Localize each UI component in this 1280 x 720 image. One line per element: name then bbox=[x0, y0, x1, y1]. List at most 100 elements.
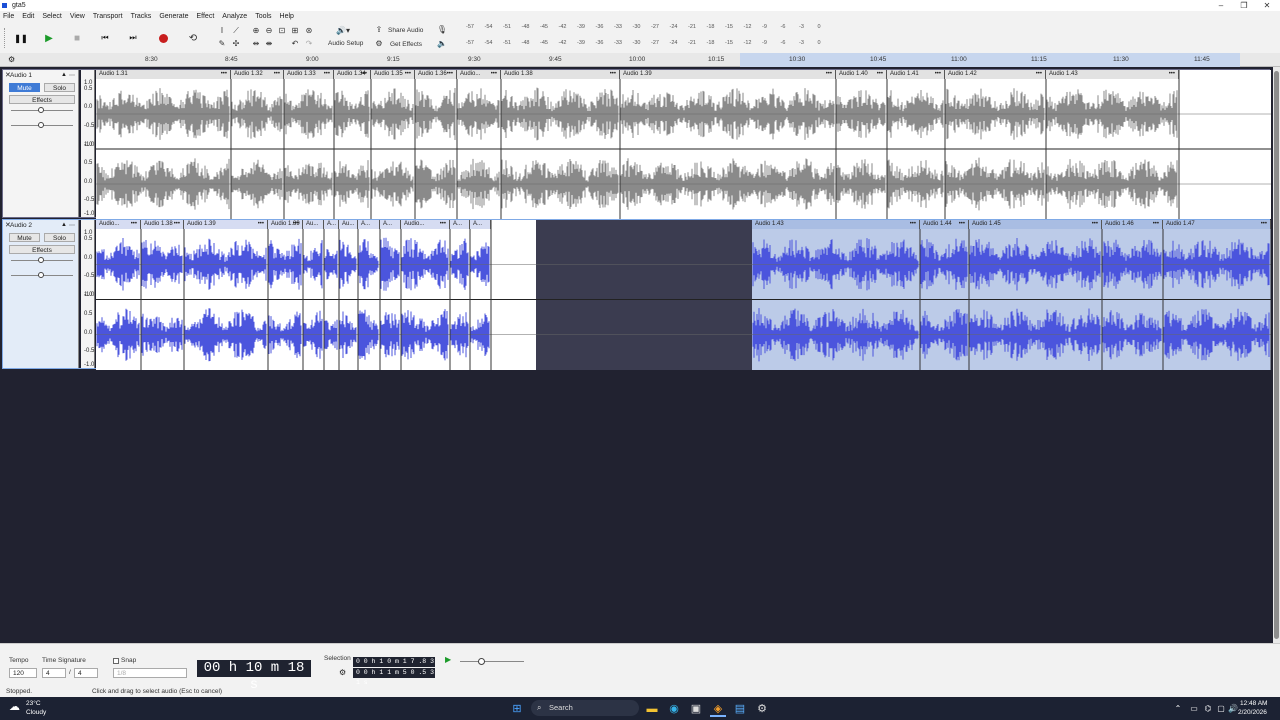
clip-title[interactable]: Au... bbox=[342, 221, 354, 227]
audio-setup-button[interactable]: Audio Setup bbox=[328, 40, 363, 47]
clip-title[interactable]: Audio 1.31 bbox=[99, 71, 128, 77]
track-audio-1[interactable]: ✕ Audio 1 ▲ ⋯ Mute Solo Effects 1.0 0.5 0.… bbox=[2, 69, 1271, 219]
zoom-out-icon[interactable]: ⊖ bbox=[263, 25, 275, 37]
track-name[interactable]: Audio 1 bbox=[10, 72, 32, 79]
clip-header[interactable]: Au... bbox=[303, 220, 324, 229]
clip-title[interactable]: Audio... bbox=[460, 71, 480, 77]
menu-analyze[interactable]: Analyze bbox=[222, 13, 247, 20]
audio-setup-icon[interactable]: 🔊▾ bbox=[333, 25, 353, 37]
clip-title[interactable]: Audio 1.46 bbox=[1105, 221, 1134, 227]
clip-header[interactable]: Audio 1.44 ••• bbox=[920, 220, 969, 229]
share-audio-icon[interactable]: ⇪ bbox=[373, 24, 385, 36]
playback-meter[interactable]: -57 -54 -51 -48 -45 -42 -39 -36 -33 -30 -27 -24 -21-… bbox=[466, 40, 836, 50]
clip-title[interactable]: Audio 1.38 bbox=[144, 221, 173, 227]
volume-handle[interactable] bbox=[38, 107, 44, 113]
clip-header[interactable]: Audio 1.34 ••• bbox=[334, 70, 371, 79]
menu-tracks[interactable]: Tracks bbox=[131, 13, 152, 20]
waveform-area[interactable]: Audio... ••• Audio 1.38 ••• Audio 1.39 ••• Aud… bbox=[96, 220, 1271, 370]
weather-icon[interactable]: ☁ bbox=[9, 700, 20, 713]
tempo-input[interactable]: 120 bbox=[9, 668, 37, 678]
menu-file[interactable]: File bbox=[3, 13, 14, 20]
clip-menu-icon[interactable]: ••• bbox=[1169, 70, 1175, 79]
undo-icon[interactable]: ↶ bbox=[289, 38, 301, 50]
play-at-speed-icon[interactable]: ▶ bbox=[445, 655, 451, 664]
clip-title[interactable]: Audio 1.32 bbox=[234, 71, 263, 77]
get-effects-icon[interactable]: ⚙ bbox=[373, 38, 385, 50]
clip-title[interactable]: Audio 1.47 bbox=[1166, 221, 1195, 227]
clip-menu-icon[interactable]: ••• bbox=[274, 70, 280, 79]
snap-checkbox[interactable] bbox=[113, 658, 119, 664]
solo-button[interactable]: Solo bbox=[44, 233, 75, 242]
clip-header[interactable]: Audio 1.43 ••• bbox=[1046, 70, 1179, 79]
redo-icon[interactable]: ↷ bbox=[303, 38, 315, 50]
notepad-icon[interactable]: ▤ bbox=[732, 701, 748, 717]
menu-generate[interactable]: Generate bbox=[159, 13, 188, 20]
clip-header[interactable]: Audio 1.43 ••• bbox=[752, 220, 920, 229]
ts-denominator[interactable]: 4 bbox=[74, 668, 98, 678]
clip-title[interactable]: Audio 1.44 bbox=[923, 221, 952, 227]
envelope-tool-icon[interactable]: ⟋ bbox=[230, 25, 242, 37]
file-explorer-icon[interactable]: ▬ bbox=[644, 701, 660, 717]
clip-header[interactable]: Audio... ••• bbox=[96, 220, 141, 229]
speed-handle[interactable] bbox=[478, 658, 485, 665]
record-button[interactable] bbox=[153, 30, 173, 46]
clip-header[interactable]: Au... bbox=[339, 220, 358, 229]
snap-select[interactable]: 1/8 bbox=[113, 668, 187, 678]
clip-header[interactable]: Audio 1.31 ••• bbox=[96, 70, 231, 79]
clip-header[interactable]: Audio 1.38 ••• bbox=[501, 70, 620, 79]
clip-header[interactable]: Audio 1.33 ••• bbox=[284, 70, 334, 79]
trim-icon[interactable]: ⇹ bbox=[250, 38, 262, 50]
clip-header[interactable]: Audio 1.35 ••• bbox=[371, 70, 415, 79]
clip-title[interactable]: Audio 1.39 bbox=[187, 221, 216, 227]
clip-header[interactable]: Audio 1.38 ••• bbox=[141, 220, 184, 229]
clip-header[interactable]: Audio... ••• bbox=[457, 70, 501, 79]
clip-title[interactable]: A... bbox=[361, 221, 370, 227]
silence-icon[interactable]: ⇼ bbox=[263, 38, 275, 50]
collapse-icon[interactable]: ▲ bbox=[61, 72, 67, 78]
track-name[interactable]: Audio 2 bbox=[10, 222, 32, 229]
menu-edit[interactable]: Edit bbox=[22, 13, 34, 20]
pause-button[interactable]: ❚❚ bbox=[11, 30, 31, 46]
multi-tool-icon[interactable]: ✣ bbox=[230, 38, 242, 50]
select-tool-icon[interactable]: I bbox=[216, 25, 228, 37]
clock-time[interactable]: 12:48 AM bbox=[1240, 700, 1267, 707]
playback-speed-slider[interactable] bbox=[460, 661, 524, 662]
weather-desc[interactable]: Cloudy bbox=[26, 709, 46, 716]
fit-selection-icon[interactable]: ⊡ bbox=[276, 25, 288, 37]
draw-tool-icon[interactable]: ✎ bbox=[216, 38, 228, 50]
clip-header[interactable]: Audio 1.32 ••• bbox=[231, 70, 284, 79]
clip-menu-icon[interactable]: ••• bbox=[131, 220, 137, 229]
close-icon[interactable]: ✕ bbox=[1256, 0, 1278, 11]
clip-header[interactable]: A... bbox=[380, 220, 401, 229]
clip-header[interactable]: Audio... ••• bbox=[401, 220, 450, 229]
skip-start-button[interactable]: ⏮ bbox=[95, 30, 115, 46]
stop-button[interactable]: ■ bbox=[67, 30, 87, 46]
clip-header[interactable]: A... bbox=[470, 220, 491, 229]
maximize-icon[interactable]: ❐ bbox=[1233, 0, 1255, 11]
clip-menu-icon[interactable]: ••• bbox=[447, 70, 453, 79]
clip-title[interactable]: A... bbox=[473, 221, 482, 227]
clip-title[interactable]: Audio 1.36 bbox=[418, 71, 447, 77]
collapse-icon[interactable]: ▲ bbox=[61, 222, 67, 228]
selection-settings-icon[interactable]: ⚙ bbox=[339, 668, 346, 677]
skip-end-button[interactable]: ⏭ bbox=[123, 30, 143, 46]
clip-header[interactable]: Audio 1.46 ••• bbox=[1102, 220, 1163, 229]
clip-menu-icon[interactable]: ••• bbox=[174, 220, 180, 229]
clip-header[interactable]: Audio 1.40 ••• bbox=[836, 70, 887, 79]
zoom-toggle-icon[interactable]: ⊛ bbox=[303, 25, 315, 37]
clip-title[interactable]: Audio 1.33 bbox=[287, 71, 316, 77]
clip-title[interactable]: Audio 1.42 bbox=[948, 71, 977, 77]
weather-temp[interactable]: 23°C bbox=[26, 700, 41, 707]
clip-header[interactable]: Audio 1.47 ••• bbox=[1163, 220, 1271, 229]
windows-start-icon[interactable]: ⊞ bbox=[509, 701, 525, 717]
zoom-in-icon[interactable]: ⊕ bbox=[250, 25, 262, 37]
waveform-area[interactable]: Audio 1.31 ••• Audio 1.32 ••• Audio 1.33 ••• A… bbox=[96, 70, 1271, 219]
clip-title[interactable]: Audio 1.43 bbox=[1049, 71, 1078, 77]
clip-header[interactable]: Audio 1.39 ••• bbox=[268, 220, 303, 229]
clip-menu-icon[interactable]: ••• bbox=[826, 70, 832, 79]
menu-help[interactable]: Help bbox=[280, 13, 294, 20]
clip-menu-icon[interactable]: ••• bbox=[1092, 220, 1098, 229]
vertical-scrollbar[interactable] bbox=[1273, 67, 1280, 643]
clip-title[interactable]: Audio 1.43 bbox=[755, 221, 784, 227]
clip-menu-icon[interactable]: ••• bbox=[221, 70, 227, 79]
